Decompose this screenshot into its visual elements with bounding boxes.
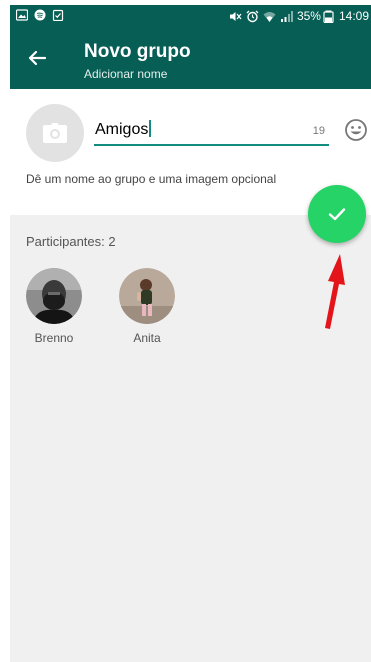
status-left — [16, 9, 70, 21]
participant-name: Brenno — [34, 331, 74, 345]
camera-icon — [43, 123, 67, 143]
participant-anita[interactable]: Anita — [116, 268, 180, 350]
mute-icon — [229, 11, 242, 21]
alarm-icon — [246, 10, 259, 22]
group-name-input[interactable]: Amigos 19 — [94, 116, 329, 146]
image-icon — [16, 9, 28, 21]
group-name-hint: Dê um nome ao grupo e uma imagem opciona… — [26, 172, 277, 186]
check-icon — [328, 208, 346, 221]
wifi-icon — [263, 11, 276, 22]
page-title: Novo grupo — [84, 41, 191, 62]
remaining-characters: 19 — [312, 125, 325, 137]
group-name-value[interactable]: Amigos — [95, 120, 152, 140]
app-bar: Novo grupo Adicionar nome — [10, 27, 371, 89]
spotify-icon — [34, 9, 46, 21]
screen: 35% 14:09 Novo grupo Adicionar nome Amig… — [10, 5, 371, 662]
status-right: 35% 14:09 — [229, 8, 369, 24]
text-cursor — [149, 120, 152, 137]
participant-name: Anita — [133, 331, 161, 345]
participants-count-label: Participantes: 2 — [26, 234, 116, 249]
signal-icon — [280, 10, 293, 22]
confirm-group-button[interactable] — [308, 185, 366, 243]
battery-icon — [323, 10, 334, 23]
clipboard-icon — [52, 9, 64, 21]
status-bar: 35% 14:09 — [10, 5, 371, 27]
page-subtitle: Adicionar nome — [84, 67, 168, 81]
arrow-left-icon[interactable] — [24, 45, 50, 71]
participant-brenno[interactable]: Brenno — [23, 268, 87, 350]
clock: 14:09 — [338, 9, 369, 23]
avatar — [26, 268, 82, 324]
red-arrow-annotation — [325, 254, 345, 329]
battery-percent: 35% — [296, 9, 321, 23]
group-photo-button[interactable] — [26, 104, 84, 162]
smiley-icon[interactable] — [344, 118, 368, 142]
avatar — [119, 268, 175, 324]
group-name-text: Amigos — [95, 121, 149, 138]
